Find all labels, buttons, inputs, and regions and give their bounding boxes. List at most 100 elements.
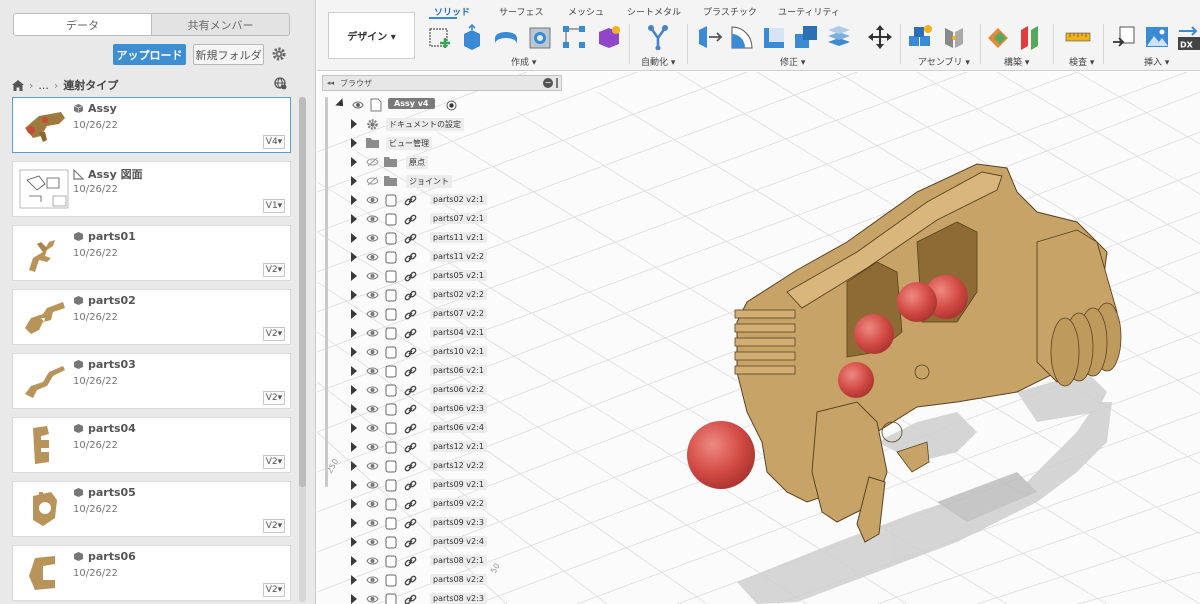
- expand-triangle-icon[interactable]: [351, 290, 357, 300]
- tree-component-row[interactable]: parts09 v2:1: [322, 476, 562, 495]
- tab-surface[interactable]: サーフェス: [499, 5, 543, 18]
- tree-folder[interactable]: 原点: [322, 153, 562, 172]
- expand-triangle-icon[interactable]: [351, 366, 357, 376]
- component-label[interactable]: parts02 v2:2: [430, 289, 487, 300]
- tree-component-row[interactable]: parts04 v2:1: [322, 324, 562, 343]
- workspace-dropdown[interactable]: デザイン ▾: [328, 12, 415, 59]
- inspect-group-label[interactable]: 検査 ▾: [1069, 55, 1094, 68]
- breadcrumb-ellipsis[interactable]: ...: [38, 79, 49, 92]
- insert-group-label[interactable]: 挿入 ▾: [1144, 55, 1169, 68]
- expand-triangle-icon[interactable]: [351, 556, 357, 566]
- list-item[interactable]: parts03 10/26/22 V2 ▾: [12, 353, 291, 409]
- expand-triangle-icon[interactable]: [351, 271, 357, 281]
- press-pull-icon[interactable]: [697, 24, 723, 50]
- tree-component-row[interactable]: parts08 v2:3: [322, 590, 562, 604]
- visibility-eye-icon[interactable]: [366, 195, 379, 205]
- construct-group-label[interactable]: 構築 ▾: [1004, 55, 1029, 68]
- component-label[interactable]: parts08 v2:1: [430, 555, 487, 566]
- tree-folder[interactable]: ドキュメントの設定: [322, 115, 562, 134]
- version-dropdown[interactable]: V2 ▾: [263, 263, 285, 277]
- expand-triangle-icon[interactable]: [351, 309, 357, 319]
- tree-component-row[interactable]: parts06 v2:3: [322, 400, 562, 419]
- gear-icon[interactable]: [271, 46, 287, 62]
- expand-triangle-icon[interactable]: [351, 233, 357, 243]
- expand-triangle-icon[interactable]: [351, 575, 357, 585]
- upload-button[interactable]: アップロード: [113, 44, 186, 65]
- tree-component-row[interactable]: parts08 v2:2: [322, 571, 562, 590]
- component-label[interactable]: parts06 v2:3: [430, 403, 487, 414]
- visibility-eye-icon[interactable]: [366, 290, 379, 300]
- panel-divider[interactable]: [556, 78, 558, 88]
- version-dropdown[interactable]: V2 ▾: [263, 519, 285, 533]
- insert-canvas-icon[interactable]: [1144, 24, 1170, 50]
- component-label[interactable]: parts06 v2:4: [430, 422, 487, 433]
- tree-component-row[interactable]: parts02 v2:1: [322, 191, 562, 210]
- measure-icon[interactable]: [1065, 24, 1091, 50]
- component-label[interactable]: parts08 v2:3: [430, 593, 487, 604]
- visibility-eye-icon[interactable]: [366, 480, 379, 490]
- tree-component-row[interactable]: parts11 v2:2: [322, 248, 562, 267]
- component-label[interactable]: parts11 v2:1: [430, 232, 487, 243]
- tree-component-row[interactable]: parts12 v2:1: [322, 438, 562, 457]
- tab-data[interactable]: データ: [14, 14, 151, 35]
- visibility-eye-icon[interactable]: [366, 461, 379, 471]
- tree-component-row[interactable]: parts09 v2:2: [322, 495, 562, 514]
- tree-root[interactable]: Assy v4: [322, 96, 562, 115]
- visibility-eye-icon[interactable]: [366, 423, 379, 433]
- version-dropdown[interactable]: V2 ▾: [263, 583, 285, 597]
- visibility-eye-icon[interactable]: [366, 499, 379, 509]
- expand-triangle-icon[interactable]: [351, 347, 357, 357]
- list-item[interactable]: Assy 10/26/22 V4 ▾: [12, 97, 291, 153]
- visibility-eye-icon[interactable]: [366, 404, 379, 414]
- extrude-icon[interactable]: [460, 24, 486, 50]
- automate-group-label[interactable]: 自動化 ▾: [641, 55, 675, 68]
- tree-component-row[interactable]: parts07 v2:2: [322, 305, 562, 324]
- expand-triangle-icon[interactable]: [351, 442, 357, 452]
- new-folder-button[interactable]: 新規フォルダ: [193, 44, 264, 65]
- visibility-eye-icon[interactable]: [366, 328, 379, 338]
- expand-triangle-icon[interactable]: [351, 499, 357, 509]
- expand-triangle-icon[interactable]: [351, 385, 357, 395]
- new-component-icon[interactable]: [907, 24, 933, 50]
- component-label[interactable]: parts06 v2:2: [430, 384, 487, 395]
- activate-radio-icon[interactable]: [446, 100, 457, 111]
- visibility-eye-icon[interactable]: [366, 556, 379, 566]
- visibility-eye-icon[interactable]: [366, 442, 379, 452]
- expand-triangle-icon[interactable]: [351, 252, 357, 262]
- tree-component-row[interactable]: parts05 v2:1: [322, 267, 562, 286]
- home-icon[interactable]: [12, 79, 24, 91]
- tree-component-row[interactable]: parts08 v2:1: [322, 552, 562, 571]
- pattern-icon[interactable]: [561, 24, 587, 50]
- folder-label[interactable]: 原点: [406, 156, 428, 169]
- tree-component-row[interactable]: parts06 v2:4: [322, 419, 562, 438]
- visibility-eye-icon[interactable]: [366, 347, 379, 357]
- tab-shared-members[interactable]: 共有メンバー: [151, 14, 289, 35]
- tab-mesh[interactable]: メッシュ: [568, 5, 604, 18]
- visibility-eye-icon[interactable]: [366, 233, 379, 243]
- expand-triangle-icon[interactable]: [351, 404, 357, 414]
- tree-folder[interactable]: ジョイント: [322, 172, 562, 191]
- expand-triangle-icon[interactable]: [351, 461, 357, 471]
- expand-triangle-icon[interactable]: [351, 176, 357, 186]
- list-item[interactable]: Assy 図面 10/26/22 V1 ▾: [12, 161, 291, 217]
- component-label[interactable]: parts07 v2:1: [430, 213, 487, 224]
- insert-dxf-icon[interactable]: DX: [1176, 24, 1200, 50]
- tree-component-row[interactable]: parts10 v2:1: [322, 343, 562, 362]
- version-dropdown[interactable]: V2 ▾: [263, 391, 285, 405]
- folder-label[interactable]: ビュー管理: [386, 137, 432, 150]
- component-label[interactable]: parts12 v2:2: [430, 460, 487, 471]
- component-label[interactable]: parts07 v2:2: [430, 308, 487, 319]
- revolve-icon[interactable]: [493, 24, 519, 50]
- tree-component-row[interactable]: parts09 v2:3: [322, 514, 562, 533]
- expand-triangle-icon[interactable]: [351, 214, 357, 224]
- component-label[interactable]: parts09 v2:3: [430, 517, 487, 528]
- component-label[interactable]: parts04 v2:1: [430, 327, 487, 338]
- component-label[interactable]: parts02 v2:1: [430, 194, 487, 205]
- component-label[interactable]: parts09 v2:1: [430, 479, 487, 490]
- visibility-eye-icon[interactable]: [366, 252, 379, 262]
- component-label[interactable]: parts11 v2:2: [430, 251, 487, 262]
- create-group-label[interactable]: 作成 ▾: [511, 55, 536, 68]
- tree-folder[interactable]: ビュー管理: [322, 134, 562, 153]
- expand-triangle-icon[interactable]: [351, 594, 357, 604]
- list-item[interactable]: parts04 10/26/22 V2 ▾: [12, 417, 291, 473]
